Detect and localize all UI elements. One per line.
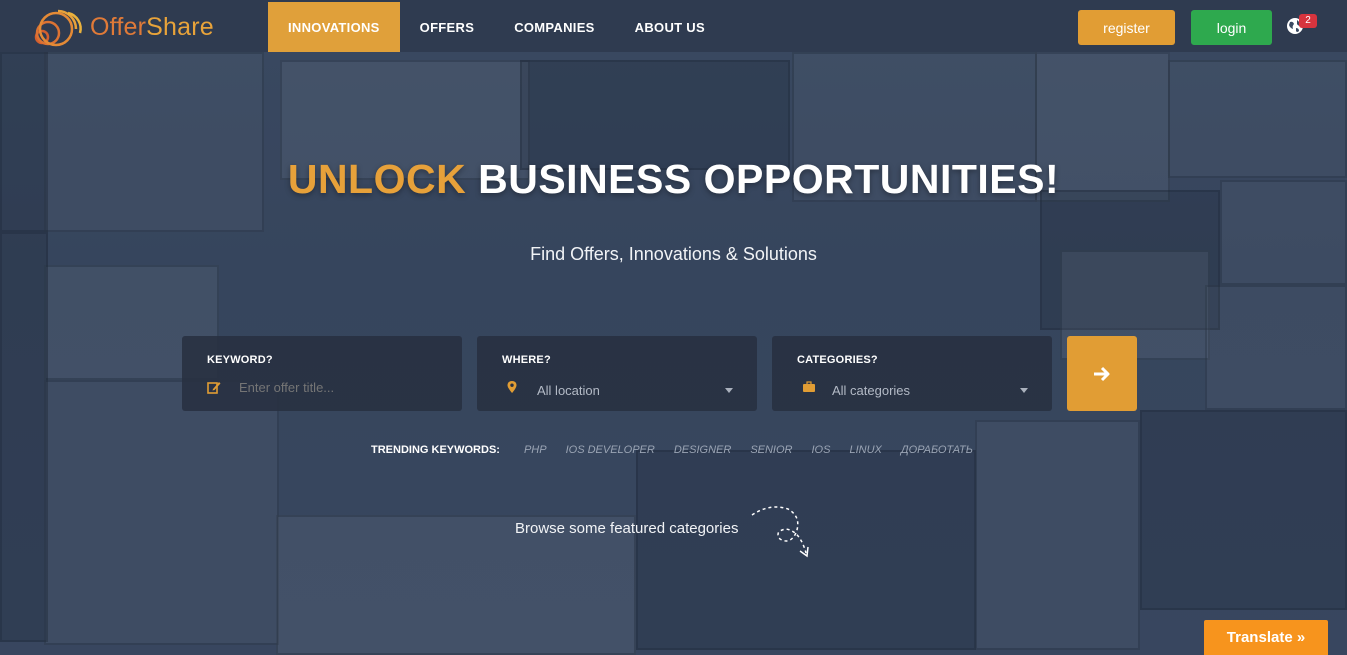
hero-title: UNLOCK BUSINESS OPPORTUNITIES! (287, 156, 1060, 202)
edit-icon (207, 382, 221, 394)
map-marker-icon (507, 381, 517, 393)
trending-label: TRENDING KEYWORDS: (371, 444, 500, 456)
notification-badge: 2 (1299, 14, 1317, 28)
where-label: WHERE? (502, 354, 551, 366)
trending-keyword-ios[interactable]: IOS (812, 444, 831, 456)
keyword-search-box: KEYWORD? (182, 336, 462, 411)
hero-subtitle: Find Offers, Innovations & Solutions (530, 244, 817, 264)
trending-keyword-ios-developer[interactable]: IOS DEVELOPER (566, 444, 655, 456)
translate-button[interactable]: Translate » (1204, 620, 1328, 655)
browse-categories-text: Browse some featured categories (515, 520, 739, 537)
keyword-input[interactable] (239, 380, 439, 395)
offershare-logo-icon (34, 9, 82, 47)
nav-item-offers[interactable]: OFFERS (400, 2, 495, 52)
categories-label: CATEGORIES? (797, 354, 878, 366)
hero-background (0, 0, 1347, 655)
main-nav: INNOVATIONS OFFERS COMPANIES ABOUT US (268, 2, 725, 52)
chevron-down-icon (725, 388, 733, 393)
brand-logo[interactable]: OfferShare (28, 6, 214, 48)
brand-name: OfferShare (90, 12, 214, 41)
briefcase-icon (803, 381, 815, 392)
trending-keyword-php[interactable]: PHP (524, 444, 547, 456)
curly-arrow-icon (751, 506, 809, 558)
nav-item-about-us[interactable]: ABOUT US (615, 2, 725, 52)
arrow-right-icon (1094, 366, 1110, 381)
trending-keyword-linux[interactable]: LINUX (849, 444, 881, 456)
location-select-box[interactable]: WHERE? All location (477, 336, 757, 411)
login-button[interactable]: login (1191, 10, 1272, 45)
nav-item-innovations[interactable]: INNOVATIONS (268, 2, 400, 52)
category-select-box[interactable]: CATEGORIES? All categories (772, 336, 1052, 411)
category-select-value: All categories (832, 383, 911, 398)
nav-item-companies[interactable]: COMPANIES (494, 2, 614, 52)
trending-keyword-designer[interactable]: DESIGNER (674, 444, 731, 456)
register-button[interactable]: register (1078, 10, 1175, 45)
search-submit-button[interactable] (1067, 336, 1137, 411)
trending-keyword-senior[interactable]: SENIOR (750, 444, 792, 456)
keyword-label: KEYWORD? (207, 354, 273, 366)
top-navbar: OfferShare INNOVATIONS OFFERS COMPANIES … (0, 0, 1347, 52)
trending-keyword-dorabotat[interactable]: ДОРАБОТАТЬ (901, 444, 973, 456)
trending-keywords: TRENDING KEYWORDS: PHP IOS DEVELOPER DES… (371, 444, 992, 456)
chevron-down-icon (1020, 388, 1028, 393)
location-select-value: All location (537, 383, 600, 398)
